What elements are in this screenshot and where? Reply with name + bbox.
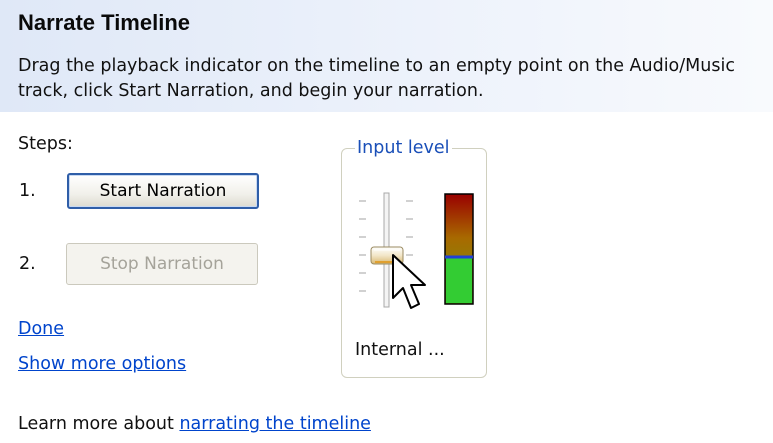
show-more-options-link[interactable]: Show more options [18,354,186,374]
step-1-number: 1. [19,181,36,201]
step-2-number: 2. [19,254,36,274]
learn-more-text: Learn more about narrating the timeline [18,414,371,434]
instructions-text: Drag the playback indicator on the timel… [18,56,735,101]
narrating-timeline-link[interactable]: narrating the timeline [179,414,371,434]
page-title: Narrate Timeline [18,10,191,35]
input-device-label: Internal ... [355,340,445,360]
steps-label: Steps: [18,134,73,154]
input-level-legend: Input level [355,138,452,158]
stop-narration-button[interactable]: Stop Narration [66,243,258,285]
done-link[interactable]: Done [18,319,64,339]
start-narration-button[interactable]: Start Narration [67,173,259,209]
learn-more-prefix: Learn more about [18,414,180,434]
